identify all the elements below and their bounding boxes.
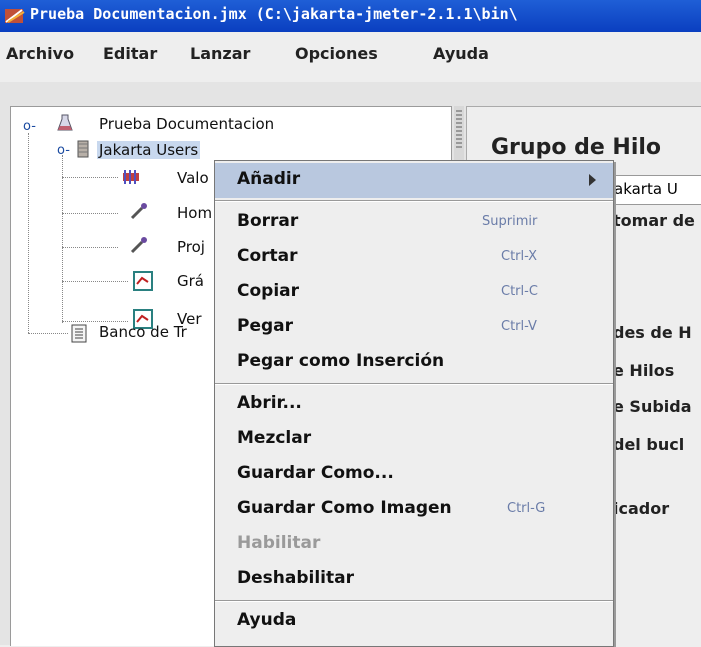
- menu-item-open[interactable]: Abrir...: [215, 387, 613, 422]
- flask-icon: [57, 114, 73, 131]
- window-title: Prueba Documentacion.jmx (C:\jakarta-jme…: [30, 5, 518, 23]
- editor-text-3: e Hilos: [613, 361, 675, 380]
- name-field-value: akarta U: [614, 180, 678, 198]
- thread-group-spool-icon: [77, 140, 89, 158]
- menu-item-paste-accel: Ctrl-V: [501, 319, 537, 334]
- menu-item-save-as-label: Guardar Como...: [237, 463, 394, 483]
- app-feather-icon: [5, 9, 25, 23]
- editor-text-2: des de H: [613, 323, 692, 342]
- menu-item-enable: Habilitar: [215, 527, 613, 562]
- menu-item-cut[interactable]: Cortar Ctrl-X: [215, 240, 613, 275]
- submenu-arrow-icon: [589, 174, 596, 186]
- menu-item-cut-accel: Ctrl-X: [501, 249, 538, 264]
- menu-opciones[interactable]: Opciones: [295, 44, 378, 63]
- menu-item-paste[interactable]: Pegar Ctrl-V: [215, 310, 613, 345]
- menu-separator: [215, 200, 613, 202]
- tree-item-test-plan[interactable]: Prueba Documentacion: [99, 115, 274, 133]
- menu-item-help-label: Ayuda: [237, 610, 297, 630]
- menu-item-cut-label: Cortar: [237, 246, 298, 266]
- menu-item-save-as[interactable]: Guardar Como...: [215, 457, 613, 492]
- menu-lanzar[interactable]: Lanzar: [190, 44, 250, 63]
- tree-item-child-4[interactable]: Grá: [177, 272, 204, 290]
- menu-item-copy-label: Copiar: [237, 281, 300, 301]
- graph-icon: [133, 271, 153, 291]
- tree-item-workbench[interactable]: Banco de Tr: [99, 323, 187, 341]
- menu-item-paste-insert-label: Pegar como Inserción: [237, 351, 445, 371]
- tree-expand-group-icon[interactable]: o-: [57, 143, 70, 158]
- menu-separator: [215, 600, 613, 602]
- menu-item-disable-label: Deshabilitar: [237, 568, 354, 588]
- menu-editar[interactable]: Editar: [103, 44, 157, 63]
- editor-text-1: tomar de: [613, 211, 695, 230]
- dropper-icon: [130, 237, 147, 254]
- tree-line: [62, 177, 118, 178]
- editor-text-5: del bucl: [613, 435, 685, 454]
- menu-item-merge-label: Mezclar: [237, 428, 312, 448]
- tree-item-thread-group[interactable]: Jakarta Users: [97, 141, 201, 159]
- menu-item-delete[interactable]: Borrar Suprimir: [215, 205, 613, 240]
- menu-item-paste-insert[interactable]: Pegar como Inserción: [215, 345, 613, 380]
- variables-icon: [123, 170, 139, 184]
- tree-line: [28, 333, 68, 334]
- tree-line: [62, 247, 118, 248]
- menu-archivo[interactable]: Archivo: [6, 44, 74, 63]
- tree-line: [62, 281, 128, 282]
- menu-item-delete-accel: Suprimir: [482, 214, 538, 229]
- context-menu: Añadir Borrar Suprimir Cortar Ctrl-X Cop…: [214, 160, 614, 647]
- menu-item-help[interactable]: Ayuda: [215, 604, 613, 639]
- menu-item-add-label: Añadir: [237, 169, 301, 189]
- name-field[interactable]: akarta U: [607, 175, 701, 205]
- tree-expand-root-icon[interactable]: o-: [23, 119, 36, 134]
- tree-line: [62, 321, 128, 322]
- editor-title: Grupo de Hilo: [491, 135, 662, 160]
- menu-item-copy-accel: Ctrl-C: [501, 284, 538, 299]
- menu-item-save-as-image[interactable]: Guardar Como Imagen Ctrl-G: [215, 492, 613, 527]
- menu-item-copy[interactable]: Copiar Ctrl-C: [215, 275, 613, 310]
- window-title-bar: Prueba Documentacion.jmx (C:\jakarta-jme…: [0, 0, 701, 32]
- tree-item-child-2[interactable]: Hom: [177, 204, 212, 222]
- menu-item-save-as-image-accel: Ctrl-G: [507, 501, 546, 516]
- menu-item-paste-label: Pegar: [237, 316, 294, 336]
- menu-item-disable[interactable]: Deshabilitar: [215, 562, 613, 597]
- menu-item-open-label: Abrir...: [237, 393, 302, 413]
- menu-ayuda[interactable]: Ayuda: [433, 44, 489, 63]
- tree-line: [62, 155, 63, 323]
- editor-text-4: e Subida: [613, 397, 692, 416]
- menu-separator: [215, 383, 613, 385]
- menu-item-merge[interactable]: Mezclar: [215, 422, 613, 457]
- workbench-clipboard-icon: [71, 324, 87, 343]
- tree-item-child-1[interactable]: Valo: [177, 169, 209, 187]
- splitter-grip-icon[interactable]: [456, 110, 462, 150]
- menu-item-delete-label: Borrar: [237, 211, 299, 231]
- menu-item-enable-label: Habilitar: [237, 533, 321, 553]
- tree-line: [62, 213, 118, 214]
- menu-item-save-as-image-label: Guardar Como Imagen: [237, 498, 452, 518]
- tree-item-child-3[interactable]: Proj: [177, 238, 205, 256]
- tree-line: [28, 133, 29, 333]
- editor-text-6: icador: [613, 499, 670, 518]
- dropper-icon: [130, 203, 147, 220]
- menu-bar: Archivo Editar Lanzar Opciones Ayuda: [0, 32, 701, 82]
- menu-item-add[interactable]: Añadir: [215, 163, 613, 198]
